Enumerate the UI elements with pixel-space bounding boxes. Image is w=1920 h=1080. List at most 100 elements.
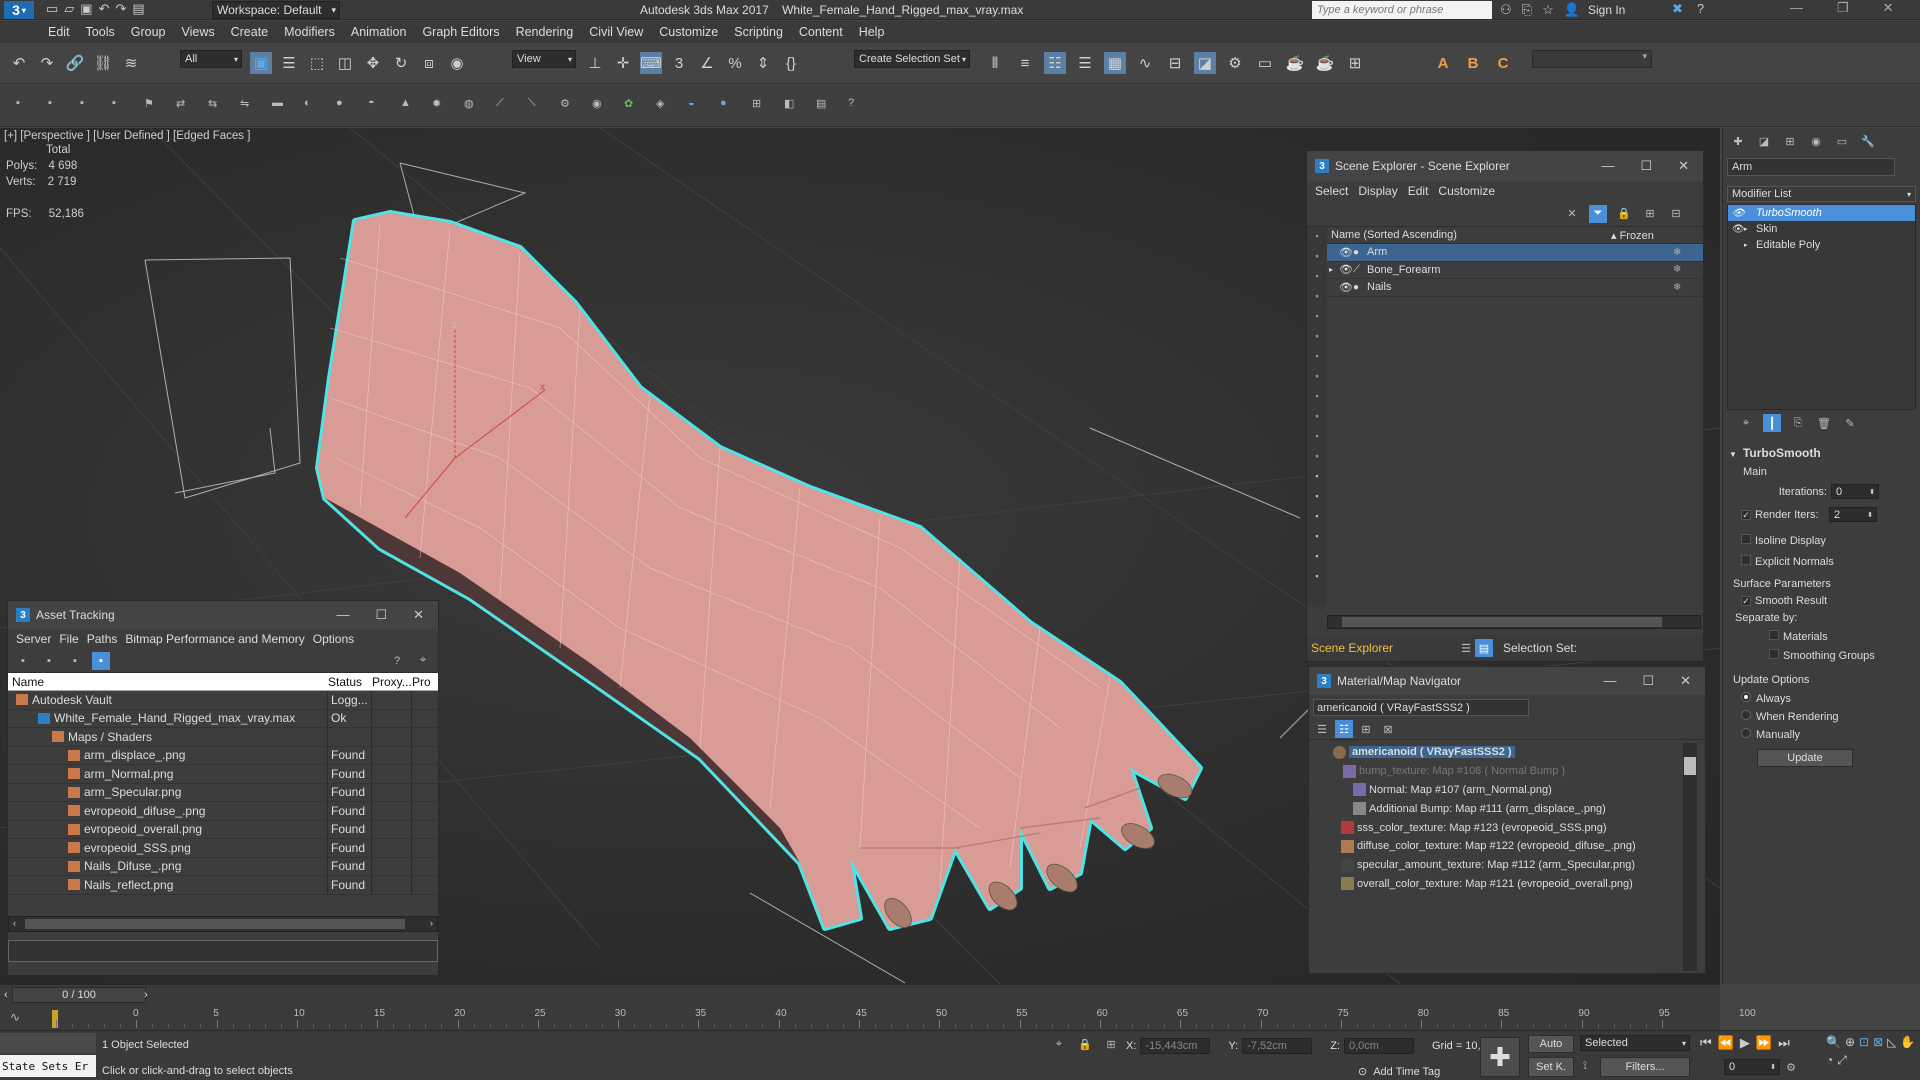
- extra-dropdown[interactable]: ▾: [1532, 50, 1652, 68]
- asset-tracking-titlebar[interactable]: 3 Asset Tracking — ☐ ✕: [8, 601, 438, 629]
- map-node[interactable]: Normal: Map #107 (arm_Normal.png): [1313, 781, 1683, 800]
- modifier-list-dropdown[interactable]: Modifier List ▾: [1727, 186, 1916, 202]
- se-filter-17-icon[interactable]: ▪: [1315, 571, 1318, 587]
- zoom-all-icon[interactable]: ⊕: [1845, 1035, 1855, 1049]
- ribbon-tool-20-icon[interactable]: ◈: [656, 97, 664, 110]
- ribbon-tool-5-icon[interactable]: ⇄: [176, 97, 185, 110]
- schematic-view-icon[interactable]: ⊟: [1164, 52, 1186, 74]
- col-name-header[interactable]: Name (Sorted Ascending): [1331, 229, 1457, 241]
- z-coordinate-field[interactable]: 0,0cm: [1343, 1038, 1414, 1054]
- map-node[interactable]: overall_color_texture: Map #121 (evropeo…: [1313, 875, 1683, 894]
- ribbon-tool-18-icon[interactable]: ◉: [592, 97, 602, 110]
- ribbon-tool-23-icon[interactable]: ⊞: [752, 97, 761, 110]
- visibility-eye-icon[interactable]: 👁: [1339, 263, 1353, 276]
- select-object-icon[interactable]: ▣: [250, 52, 272, 74]
- ribbon-tool-10-icon[interactable]: ●: [336, 97, 343, 109]
- se-menu-customize[interactable]: Customize: [1438, 184, 1495, 198]
- se-filter-10-icon[interactable]: ▪: [1315, 431, 1318, 447]
- freeze-icon[interactable]: ❄: [1611, 247, 1703, 258]
- select-by-name-icon[interactable]: ☰: [278, 52, 300, 74]
- menu-graph-editors[interactable]: Graph Editors: [422, 25, 499, 39]
- se-menu-select[interactable]: Select: [1315, 184, 1348, 198]
- maximize-icon[interactable]: ☐: [1640, 158, 1652, 174]
- se-filter-5-icon[interactable]: ▪: [1315, 331, 1318, 347]
- when-rendering-radio[interactable]: [1741, 710, 1751, 720]
- pin-icon[interactable]: ⌖: [414, 652, 432, 670]
- show-end-result-icon[interactable]: ┃: [1763, 414, 1781, 432]
- map-node[interactable]: Additional Bump: Map #111 (arm_displace_…: [1313, 799, 1683, 818]
- sign-in-button[interactable]: Sign In: [1588, 3, 1625, 17]
- smoothing-groups-checkbox[interactable]: [1769, 649, 1779, 659]
- asset-row[interactable]: evropeoid_SSS.png Found: [8, 839, 438, 858]
- menu-group[interactable]: Group: [131, 25, 166, 39]
- app-logo[interactable]: 3 ▾: [4, 1, 34, 19]
- open-file-icon[interactable]: ▱: [64, 1, 74, 17]
- ribbon-tool-21-icon[interactable]: ◒: [688, 97, 695, 109]
- asset-row[interactable]: arm_Normal.png Found: [8, 765, 438, 784]
- current-frame-field[interactable]: 0 ⬍: [1724, 1059, 1780, 1075]
- text-c-icon[interactable]: C: [1492, 52, 1514, 74]
- visibility-eye-icon[interactable]: 👁: [1339, 281, 1353, 294]
- checkin-icon[interactable]: ▪: [66, 652, 84, 670]
- col-name-header[interactable]: Name: [8, 675, 328, 689]
- absolute-mode-icon[interactable]: ⊞: [1102, 1035, 1120, 1053]
- rotate-icon[interactable]: ↻: [390, 52, 412, 74]
- asset-row[interactable]: evropeoid_overall.png Found: [8, 820, 438, 839]
- explicit-normals-checkbox[interactable]: [1741, 555, 1751, 565]
- curve-editor-icon[interactable]: ∿: [1134, 52, 1156, 74]
- se-filter-3-icon[interactable]: ▪: [1315, 291, 1318, 307]
- iterations-spinner[interactable]: 0 ⬍: [1831, 484, 1879, 499]
- smooth-result-checkbox[interactable]: ✓: [1741, 596, 1751, 606]
- scale-icon[interactable]: ⧈: [418, 52, 440, 74]
- map-node[interactable]: specular_amount_texture: Map #112 (arm_S…: [1313, 856, 1683, 875]
- freeze-icon[interactable]: ❄: [1611, 264, 1703, 275]
- utilities-tab-icon[interactable]: 🔧: [1859, 132, 1877, 150]
- ribbon-tool-15-icon[interactable]: ⟋: [496, 97, 504, 110]
- menu-help[interactable]: Help: [859, 25, 885, 39]
- modifier-toggle-eye-icon[interactable]: 👁: [1728, 224, 1745, 235]
- bind-space-warp-icon[interactable]: ≋: [120, 52, 142, 74]
- close-icon[interactable]: ✕: [1883, 0, 1894, 16]
- material-navigator-titlebar[interactable]: 3 Material/Map Navigator — ☐ ✕: [1309, 667, 1705, 695]
- at-menu-paths[interactable]: Paths: [87, 632, 118, 646]
- ribbon-tool-2-icon[interactable]: ▪: [80, 97, 84, 109]
- placement-icon[interactable]: ◉: [446, 52, 468, 74]
- expand-icon[interactable]: ▸: [1744, 225, 1756, 233]
- render-icon[interactable]: ☕: [1284, 52, 1306, 74]
- ribbon-tool-22-icon[interactable]: ●: [720, 97, 727, 109]
- named-selection-dropdown[interactable]: Create Selection Set ▾: [854, 50, 970, 68]
- subscription-icon[interactable]: ⎘: [1522, 2, 1532, 18]
- x-coordinate-field[interactable]: -15,443cm: [1140, 1038, 1211, 1054]
- freeze-icon[interactable]: ❄: [1611, 282, 1703, 293]
- se-filter-9-icon[interactable]: ▪: [1315, 411, 1318, 427]
- small-icons-icon[interactable]: ⊞: [1357, 720, 1375, 738]
- key-filters-button[interactable]: Filters...: [1600, 1057, 1690, 1077]
- map-node[interactable]: diffuse_color_texture: Map #122 (evropeo…: [1313, 837, 1683, 856]
- hierarchy-tab-icon[interactable]: ⊞: [1781, 132, 1799, 150]
- rect-selection-icon[interactable]: ⬚: [306, 52, 328, 74]
- se-filter-12-icon[interactable]: ▪: [1315, 471, 1318, 487]
- restore-icon[interactable]: ❐: [1837, 0, 1849, 16]
- key-filter-dropdown[interactable]: Selected ▾: [1580, 1035, 1690, 1051]
- asset-row[interactable]: arm_displace_.png Found: [8, 746, 438, 765]
- ribbon-tool-8-icon[interactable]: ▬: [272, 97, 283, 109]
- window-crossing-icon[interactable]: ◫: [334, 52, 356, 74]
- asset-row[interactable]: evropeoid_difuse_.png Found: [8, 802, 438, 821]
- asset-row[interactable]: Autodesk Vault Logg...: [8, 691, 438, 710]
- at-menu-bitmap-performance-and-memory[interactable]: Bitmap Performance and Memory: [125, 632, 304, 646]
- clear-filter-icon[interactable]: ✕: [1563, 205, 1581, 223]
- menu-civil-view[interactable]: Civil View: [589, 25, 643, 39]
- configure-sets-icon[interactable]: ✎: [1841, 414, 1859, 432]
- play-icon[interactable]: ▶: [1740, 1035, 1750, 1051]
- ribbon-tool-25-icon[interactable]: ▤: [816, 97, 826, 110]
- undo-icon[interactable]: ↶: [99, 1, 110, 17]
- make-unique-icon[interactable]: ⎘: [1789, 414, 1807, 432]
- vault-icon[interactable]: ▪: [14, 652, 32, 670]
- ribbon-tool-14-icon[interactable]: ◍: [464, 97, 474, 110]
- lock-icon[interactable]: 🔒: [1615, 205, 1633, 223]
- render-setup-icon[interactable]: ⚙: [1224, 52, 1246, 74]
- auto-key-button[interactable]: Auto: [1528, 1035, 1574, 1053]
- key-mode-icon[interactable]: ⟟: [1576, 1057, 1594, 1075]
- isolate-selection-icon[interactable]: ⌖: [1050, 1035, 1068, 1053]
- menu-views[interactable]: Views: [181, 25, 214, 39]
